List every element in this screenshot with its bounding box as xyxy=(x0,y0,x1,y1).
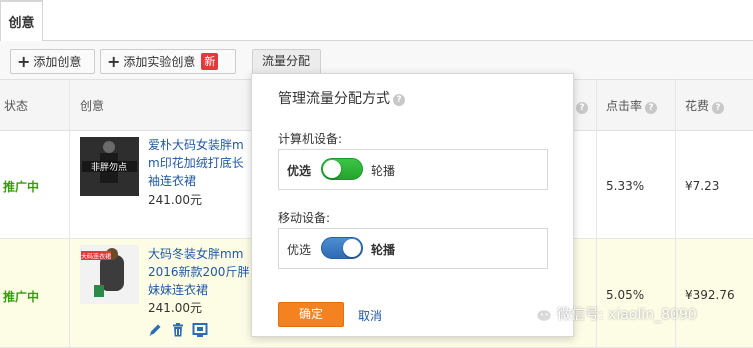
creative-thumbnail[interactable]: 大码连衣裙 xyxy=(80,245,139,304)
help-icon[interactable]: ? xyxy=(573,80,588,132)
thumbnail-image: 大码连衣裙 xyxy=(80,245,139,304)
pc-option-rotate[interactable]: 轮播 xyxy=(371,162,395,179)
help-icon[interactable]: ? xyxy=(645,102,658,114)
mobile-allocation-toggle[interactable] xyxy=(321,237,363,259)
cost-value: ¥392.76 xyxy=(685,288,735,302)
mobile-device-label: 移动设备: xyxy=(278,211,331,225)
creative-title-link[interactable]: 爱朴大码女装胖m m印花加绒打底长 袖连衣裙 xyxy=(148,136,252,190)
mobile-device-box: 优选 轮播 xyxy=(278,228,548,269)
creative-title-line: 爱朴大码女装胖m xyxy=(148,138,244,152)
add-creative-button[interactable]: + 添加创意 xyxy=(10,49,95,74)
creative-thumbnail[interactable]: 非胖勿点 xyxy=(80,137,139,196)
cost-value: ¥7.23 xyxy=(685,179,720,193)
pc-device-label: 计算机设备: xyxy=(278,132,343,146)
header-cost[interactable]: 花费? xyxy=(685,80,725,132)
thumbnail-image: 非胖勿点 xyxy=(80,137,139,196)
status-badge: 推广中 xyxy=(3,180,40,194)
cancel-link[interactable]: 取消 xyxy=(358,307,382,324)
thumbnail-caption: 非胖勿点 xyxy=(91,161,127,173)
watermark: 微信号: xiaolin_8090 xyxy=(527,302,697,326)
status-badge: 推广中 xyxy=(3,290,40,304)
help-icon[interactable]: ? xyxy=(712,102,725,114)
add-experiment-creative-button[interactable]: + 添加实验创意新 xyxy=(100,49,236,74)
header-ctr-label: 点击率 xyxy=(606,99,643,113)
pc-device-box: 优选 轮播 xyxy=(278,149,548,190)
popover-title-text: 管理流量分配方式 xyxy=(278,91,390,107)
wechat-icon xyxy=(527,302,553,323)
help-icon[interactable]: ? xyxy=(393,94,405,106)
creative-title-line: 2016新款200斤胖 xyxy=(148,265,250,279)
tab-creative[interactable]: 创意 xyxy=(0,0,43,42)
column-divider xyxy=(69,79,70,348)
toggle-knob xyxy=(323,160,341,178)
creative-title-line: 妹妹连衣裙 xyxy=(148,283,209,297)
ctr-value: 5.33% xyxy=(606,179,645,193)
add-creative-label: 添加创意 xyxy=(33,55,82,69)
creative-title-line: 袖连衣裙 xyxy=(148,174,197,188)
thumbnail-caption: 大码连衣裙 xyxy=(81,253,111,261)
traffic-allocation-popover: 管理流量分配方式? 计算机设备: 优选 轮播 移动设备: 优选 轮播 确定 取消 xyxy=(251,73,574,337)
delete-icon[interactable] xyxy=(170,322,186,338)
watermark-text: 微信号: xiaolin_8090 xyxy=(557,307,697,323)
toggle-knob xyxy=(343,239,361,257)
new-badge: 新 xyxy=(201,53,219,70)
creative-title-line: m印花加绒打底长 xyxy=(148,156,244,170)
header-status: 状态 xyxy=(4,99,29,113)
pc-allocation-toggle[interactable] xyxy=(321,158,363,180)
creative-price: 241.00元 xyxy=(148,193,202,207)
popover-title: 管理流量分配方式? xyxy=(278,88,405,108)
tab-bar: 创意 xyxy=(0,0,753,42)
mobile-option-preferred[interactable]: 优选 xyxy=(287,241,311,258)
edit-icon[interactable] xyxy=(147,322,163,338)
header-cost-label: 花费 xyxy=(685,99,710,113)
creative-price: 241.00元 xyxy=(148,301,202,315)
header-ctr[interactable]: 点击率? xyxy=(606,80,658,132)
ctr-value: 5.05% xyxy=(606,288,645,302)
mobile-option-rotate[interactable]: 轮播 xyxy=(371,241,395,258)
monitor-icon[interactable] xyxy=(192,322,208,338)
pc-option-preferred[interactable]: 优选 xyxy=(287,162,311,179)
add-experiment-label: 添加实验创意 xyxy=(123,55,196,69)
confirm-button[interactable]: 确定 xyxy=(278,302,344,327)
creative-title-link[interactable]: 大码冬装女胖mm 2016新款200斤胖 妹妹连衣裙 xyxy=(148,245,252,299)
header-creative: 创意 xyxy=(80,99,105,113)
plus-icon: + xyxy=(17,52,31,71)
traffic-allocation-label: 流量分配 xyxy=(262,54,311,68)
creative-title-line: 大码冬装女胖mm xyxy=(148,247,244,261)
plus-icon: + xyxy=(107,52,121,71)
